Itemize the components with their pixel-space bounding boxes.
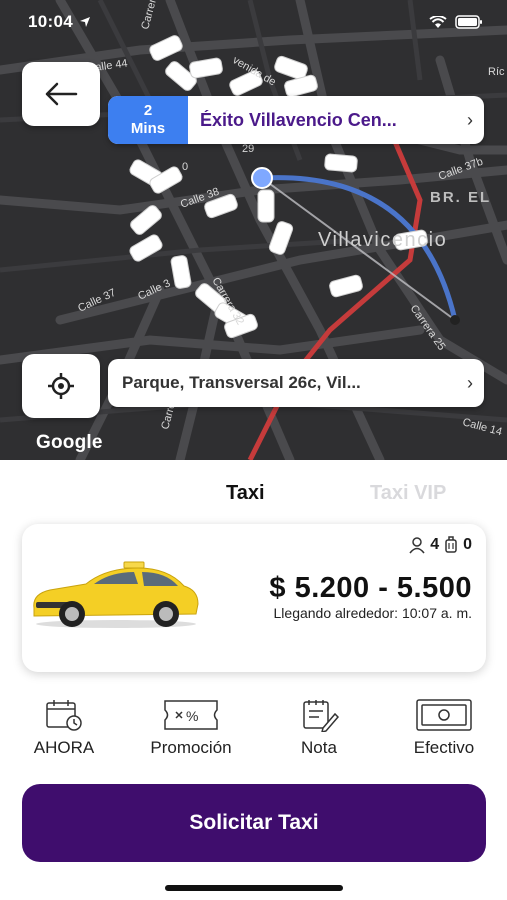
- request-taxi-button[interactable]: Solicitar Taxi: [22, 784, 486, 862]
- street-label: 0: [182, 161, 188, 173]
- location-arrow-icon: [79, 17, 90, 27]
- ride-option-card[interactable]: 4 0 $ 5.200 - 5.500 Llegando alrededor: …: [22, 524, 486, 672]
- payment-option[interactable]: Efectivo: [398, 698, 490, 758]
- back-button[interactable]: [22, 62, 100, 126]
- status-right: [429, 15, 483, 29]
- payment-label: Efectivo: [413, 738, 475, 757]
- luggage-count: 0: [463, 536, 472, 553]
- capacity-info: 4 0: [408, 536, 472, 554]
- svg-text:%: %: [186, 708, 198, 724]
- schedule-label: AHORA: [33, 738, 95, 757]
- tab-taxi-vip[interactable]: Taxi VIP: [370, 482, 446, 505]
- status-bar: 10:04: [0, 0, 507, 44]
- luggage-icon: [445, 536, 457, 553]
- note-label: Nota: [301, 738, 337, 757]
- person-icon: [409, 537, 425, 554]
- tab-taxi[interactable]: Taxi: [226, 482, 265, 505]
- coupon-icon: %: [164, 700, 218, 730]
- arrow-left-icon: [45, 82, 78, 106]
- home-indicator: [165, 885, 343, 891]
- calendar-clock-icon: [46, 700, 82, 731]
- note-pencil-icon: [303, 700, 339, 732]
- map-view[interactable]: Calle 44 venida de Carrera Calle 38 Call…: [0, 0, 507, 460]
- origin-card[interactable]: Parque, Transversal 26c, Vil... ›: [108, 359, 484, 407]
- price-range: $ 5.200 - 5.500: [269, 572, 472, 604]
- chevron-right-icon: ›: [467, 109, 473, 130]
- passenger-count: 4: [430, 536, 440, 553]
- city-label: Villavicencio: [318, 229, 447, 251]
- origin-text: Parque, Transversal 26c, Vil...: [122, 373, 361, 392]
- note-option[interactable]: Nota: [284, 698, 354, 758]
- district-label: BR. EL: [430, 189, 491, 206]
- destination-card[interactable]: 2 Mins Éxito Villavencio Cen... ›: [108, 96, 484, 144]
- status-time-group: 10:04: [28, 12, 91, 32]
- wifi-icon: [429, 15, 447, 28]
- my-location-button[interactable]: [22, 354, 100, 418]
- ride-options: AHORA % Promoción Nota Efectivo: [0, 698, 507, 762]
- schedule-option[interactable]: AHORA: [24, 698, 104, 758]
- crosshair-icon: [48, 373, 74, 399]
- arrival-time: Llegando alrededor: 10:07 a. m.: [273, 605, 472, 621]
- eta-badge: 2 Mins: [108, 96, 188, 144]
- chevron-right-icon: ›: [467, 372, 473, 393]
- eta-unit: Mins: [130, 120, 166, 137]
- taxi-car-image: [33, 561, 199, 628]
- google-attribution: Google: [36, 432, 103, 453]
- cash-icon: [416, 699, 472, 731]
- service-tabs: Taxi Taxi VIP: [0, 478, 507, 514]
- promo-label: Promoción: [150, 738, 232, 757]
- eta-value: 2: [143, 102, 153, 119]
- promo-option[interactable]: % Promoción: [132, 698, 250, 758]
- street-label: 29: [242, 143, 254, 155]
- status-time: 10:04: [28, 12, 73, 31]
- street-label: Ríc: [488, 66, 505, 78]
- destination-text: Éxito Villavencio Cen...: [200, 109, 397, 130]
- battery-icon: [455, 15, 482, 29]
